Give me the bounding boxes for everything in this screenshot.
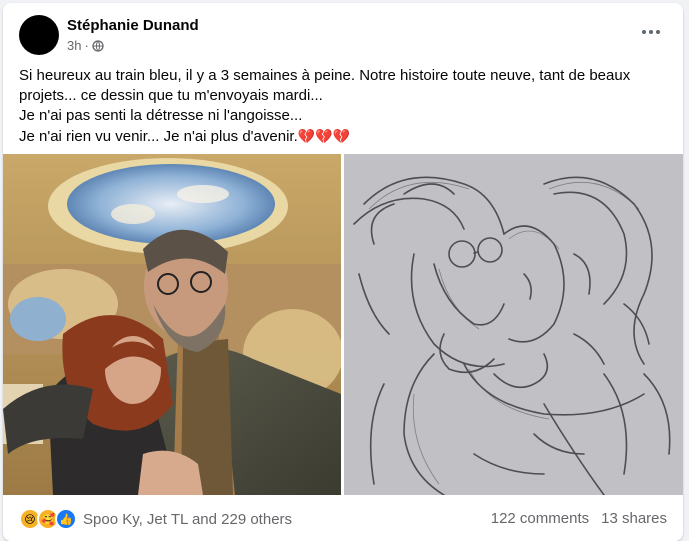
comments-count[interactable]: 122 comments [491,510,589,527]
engagement-counts: 122 comments 13 shares [491,510,667,527]
post-meta: 3h · [67,38,104,53]
post-media [3,154,683,495]
post-card: Stéphanie Dunand 3h · Si heureux au trai… [3,3,683,541]
pencil-sketch-photo[interactable] [344,154,683,495]
post-text-line: Je n'ai rien vu venir... Je n'ai plus d'… [19,128,298,145]
meta-separator: · [84,38,89,53]
post-header: Stéphanie Dunand 3h · [3,3,683,63]
reaction-summary[interactable]: 😢 🥰 👍 Spoo Ky, Jet TL and 229 others [19,508,292,530]
broken-heart-emojis: 💔💔💔 [297,128,351,144]
shares-count[interactable]: 13 shares [601,510,667,527]
post-text: Si heureux au train bleu, il y a 3 semai… [19,66,659,147]
post-text-line-last: Je n'ai rien vu venir... Je n'ai plus d'… [19,126,659,147]
globe-icon[interactable] [92,39,104,52]
author-name[interactable]: Stéphanie Dunand [67,17,199,34]
selfie-photo[interactable] [3,154,341,495]
like-reaction-icon: 👍 [55,508,77,530]
reaction-names[interactable]: Spoo Ky, Jet TL and 229 others [83,511,292,528]
post-text-line: Si heureux au train bleu, il y a 3 semai… [19,67,631,104]
more-options-icon[interactable] [637,21,665,43]
post-time[interactable]: 3h [67,38,81,53]
avatar[interactable] [19,15,59,55]
post-text-line: Je n'ai pas senti la détresse ni l'angoi… [19,107,303,124]
post-footer: 😢 🥰 👍 Spoo Ky, Jet TL and 229 others 122… [3,499,683,541]
